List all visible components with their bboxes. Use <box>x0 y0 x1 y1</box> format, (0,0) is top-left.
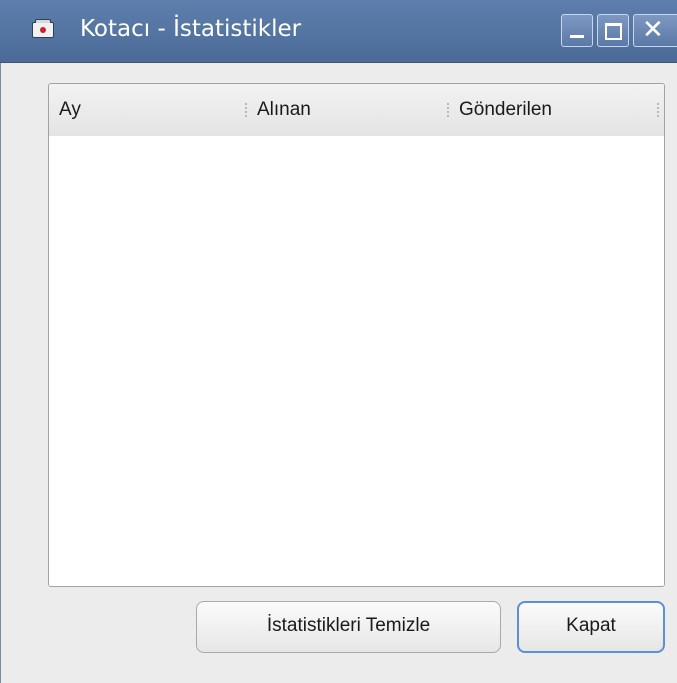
dialog-body: Ay Alınan Gönderilen İstatistikleri Temi… <box>0 63 677 683</box>
maximize-icon <box>605 23 622 40</box>
minimize-button[interactable] <box>561 14 593 47</box>
window-title: Kotacı - İstatistikler <box>80 16 302 42</box>
column-header-received[interactable]: Alınan <box>257 84 311 136</box>
clear-statistics-button[interactable]: İstatistikleri Temizle <box>196 601 501 653</box>
column-resize-handle[interactable] <box>245 103 249 117</box>
minimize-icon <box>570 35 584 38</box>
title-bar[interactable]: Kotacı - İstatistikler ✕ <box>0 0 677 63</box>
column-header-month[interactable]: Ay <box>59 84 81 136</box>
table-header: Ay Alınan Gönderilen <box>49 84 664 136</box>
table-body[interactable] <box>49 136 664 586</box>
close-window-button[interactable]: ✕ <box>633 14 677 47</box>
statistics-window: Kotacı - İstatistikler ✕ Ay Alınan Gönde… <box>0 0 677 683</box>
column-resize-handle[interactable] <box>447 103 451 117</box>
column-header-sent[interactable]: Gönderilen <box>459 84 552 136</box>
maximize-button[interactable] <box>597 14 629 47</box>
close-button[interactable]: Kapat <box>517 601 665 653</box>
mail-icon[interactable] <box>32 19 54 38</box>
column-resize-handle[interactable] <box>657 103 661 117</box>
close-icon: ✕ <box>642 15 664 45</box>
statistics-table[interactable]: Ay Alınan Gönderilen <box>48 83 665 587</box>
